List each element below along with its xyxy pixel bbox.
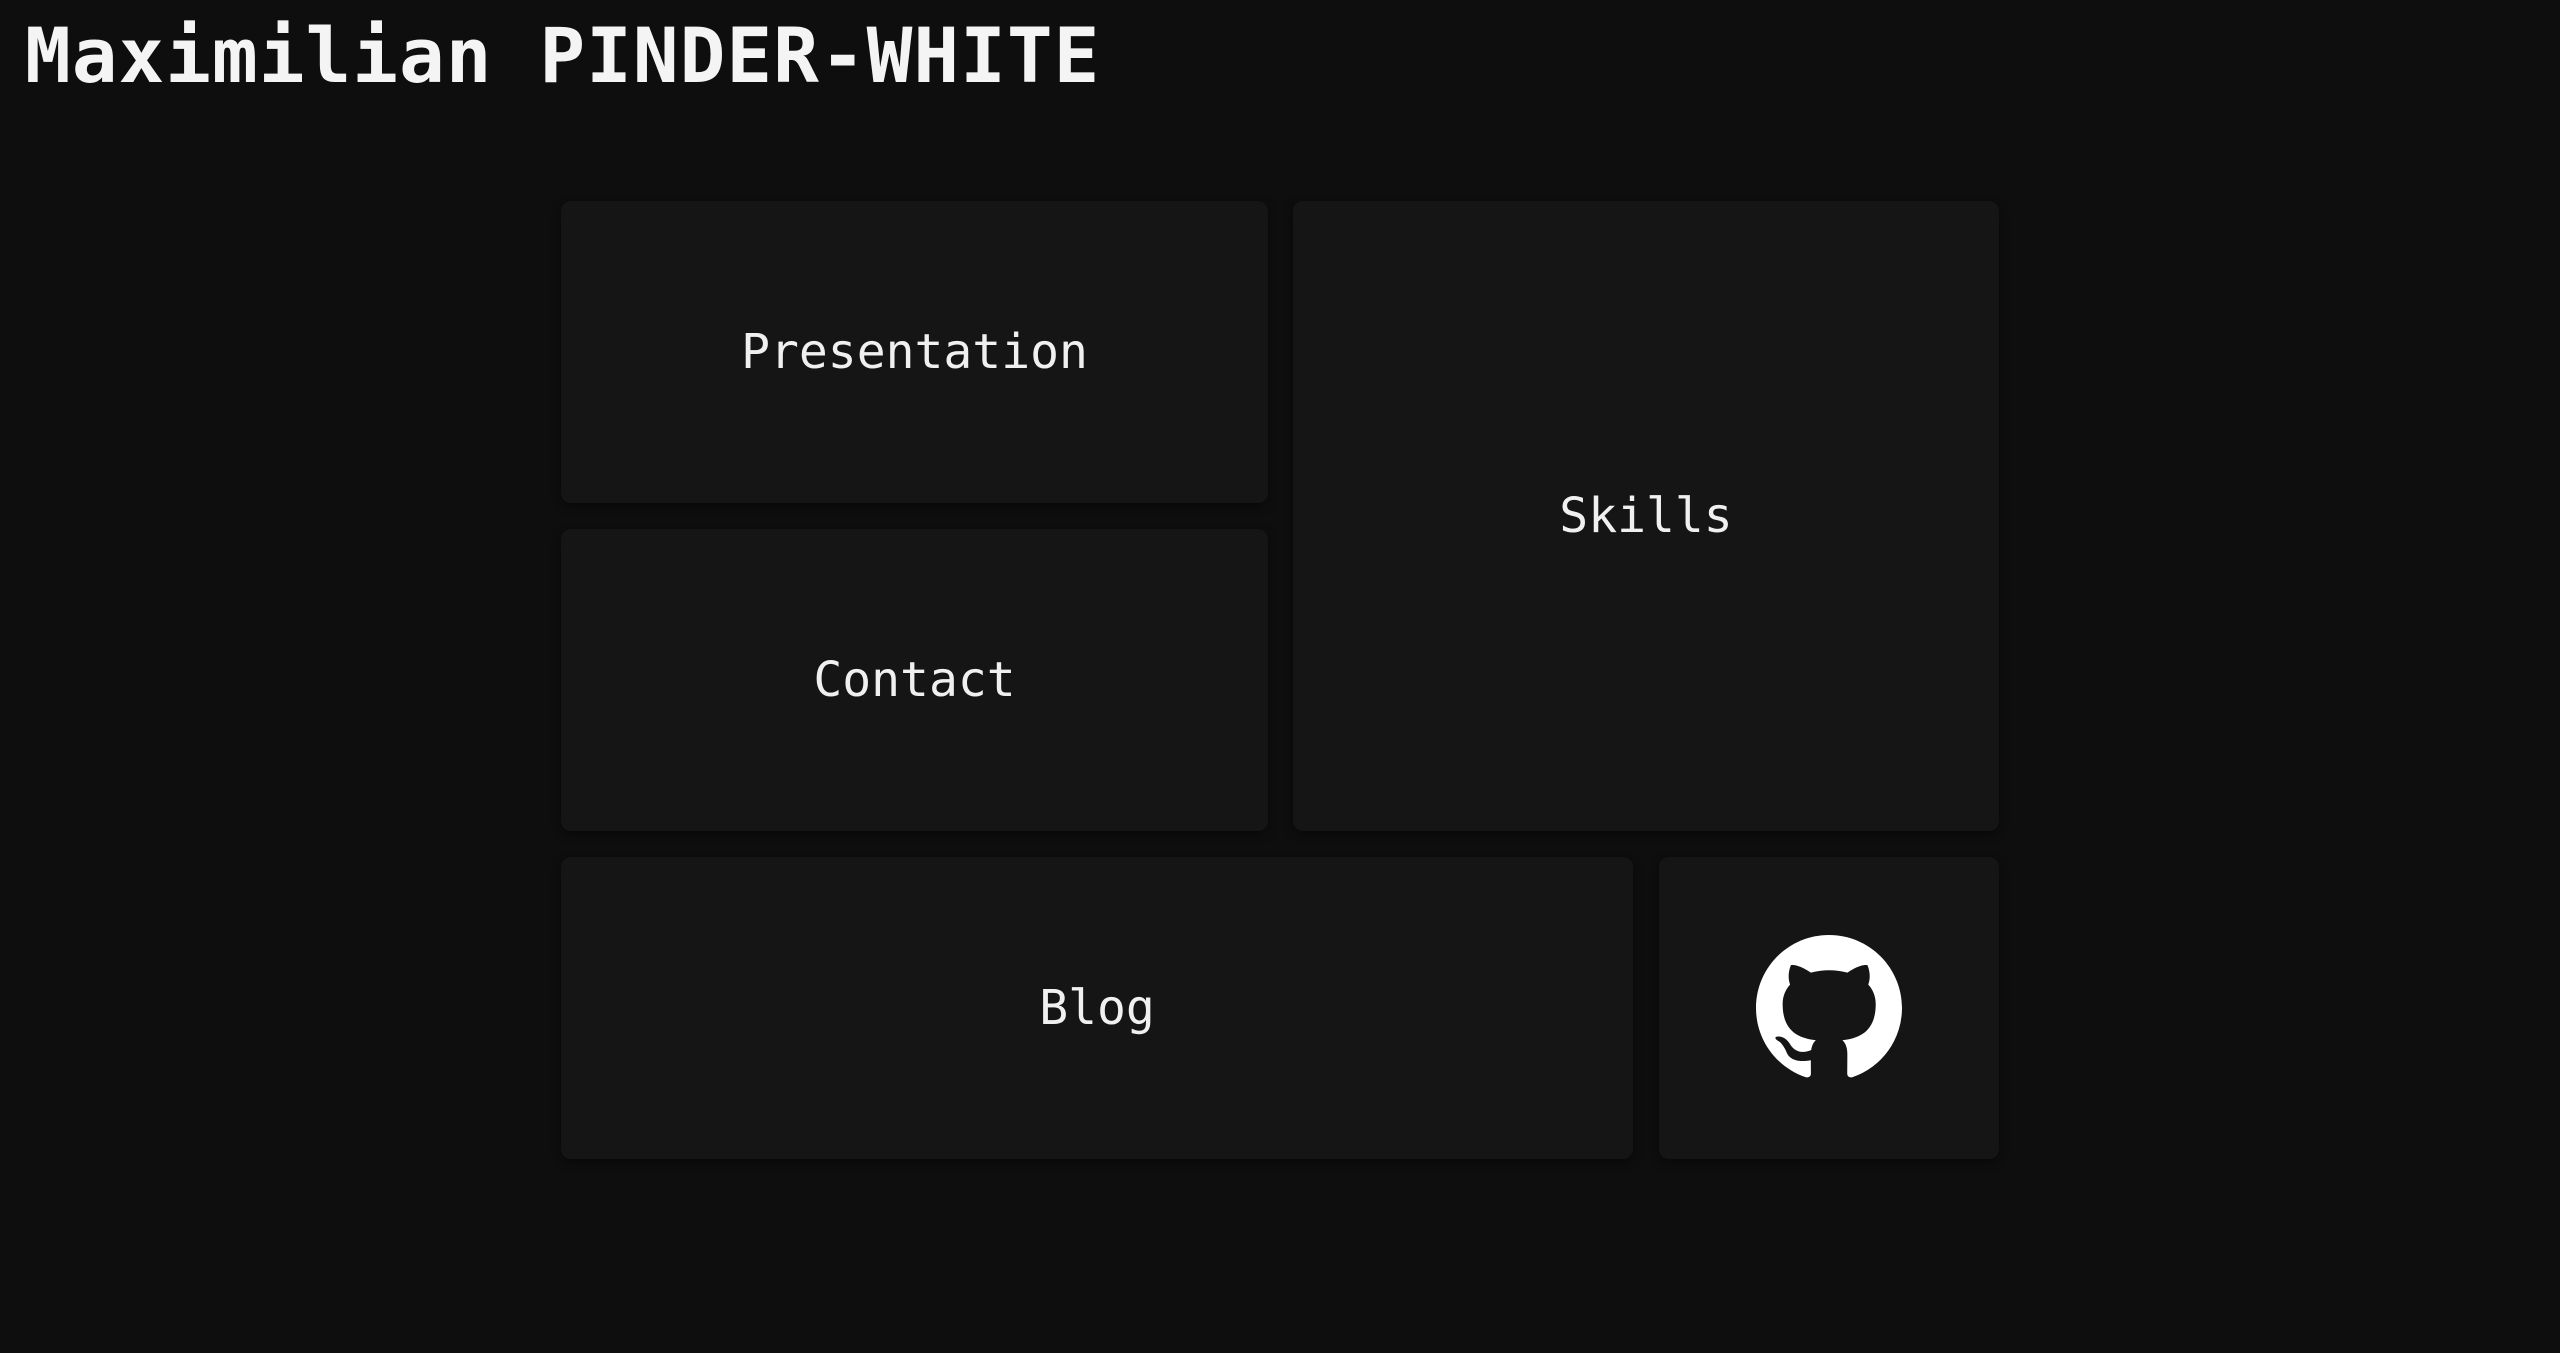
page-title: Maximilian PINDER-WHITE [25, 11, 1101, 100]
presentation-label: Presentation [741, 324, 1088, 380]
blog-tile[interactable]: Blog [561, 857, 1633, 1159]
skills-label: Skills [1559, 488, 1733, 544]
presentation-tile[interactable]: Presentation [561, 201, 1268, 503]
github-tile[interactable] [1659, 857, 1999, 1159]
skills-tile[interactable]: Skills [1293, 201, 1999, 831]
blog-label: Blog [1039, 980, 1155, 1036]
contact-label: Contact [813, 652, 1016, 708]
contact-tile[interactable]: Contact [561, 529, 1268, 831]
github-icon [1756, 935, 1902, 1078]
